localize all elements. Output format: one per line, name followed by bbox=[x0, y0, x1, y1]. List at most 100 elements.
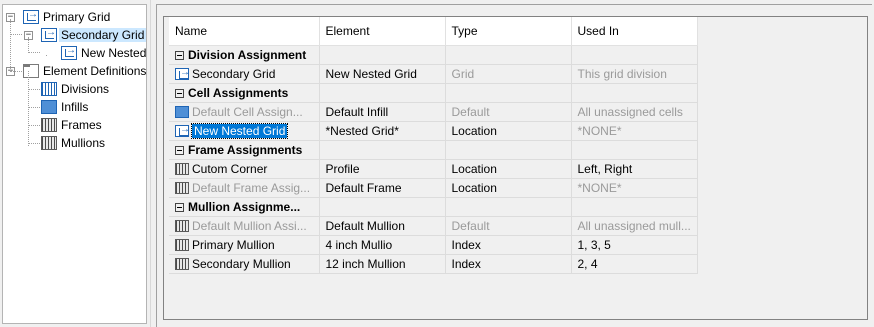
cell-element[interactable]: Default Infill bbox=[319, 102, 446, 122]
cell-element[interactable]: Profile bbox=[319, 159, 446, 179]
tree-item-label: Infills bbox=[61, 100, 89, 114]
cell-element[interactable]: *Nested Grid* bbox=[319, 121, 446, 141]
tree-connector bbox=[10, 19, 11, 71]
cell-type[interactable]: Default bbox=[445, 102, 572, 122]
tree-item-primary-grid[interactable]: Primary Grid bbox=[23, 8, 112, 26]
section-header[interactable]: Division Assignment bbox=[169, 45, 320, 65]
collapse-toggle[interactable] bbox=[175, 203, 184, 212]
table-row[interactable]: Cutom Corner Profile Location Left, Right bbox=[169, 159, 698, 179]
cell-used-in[interactable]: Left, Right bbox=[571, 159, 698, 179]
cell-used-in[interactable]: All unassigned mull... bbox=[571, 216, 698, 236]
assignment-table: Name Element Type Used In Division Assig… bbox=[163, 16, 868, 320]
table-row[interactable]: Default Mullion Assi... Default Mullion De… bbox=[169, 216, 698, 236]
cell-type[interactable]: Location bbox=[445, 178, 572, 198]
tree-item-new-nested[interactable]: New Nested bbox=[61, 44, 148, 62]
section-label: Mullion Assignme... bbox=[188, 200, 301, 214]
section-header[interactable]: Frame Assignments bbox=[169, 140, 320, 160]
table-row[interactable]: Secondary Mullion 12 inch Mullion Index 2, … bbox=[169, 254, 698, 274]
cell-used-in[interactable]: This grid division bbox=[571, 64, 698, 84]
cell-type[interactable]: Location bbox=[445, 121, 572, 141]
tree-item-divisions[interactable]: Divisions bbox=[41, 80, 111, 98]
cell-name[interactable]: Cutom Corner bbox=[169, 159, 320, 179]
section-row[interactable]: Mullion Assignme... bbox=[169, 197, 698, 217]
section-row[interactable]: Cell Assignments bbox=[169, 83, 698, 103]
cell-type[interactable]: Location bbox=[445, 159, 572, 179]
cell-element[interactable]: 12 inch Mullion bbox=[319, 254, 446, 274]
cell-name[interactable]: Default Cell Assign... bbox=[169, 102, 320, 122]
tree-item-secondary-grid[interactable]: Secondary Grid bbox=[41, 26, 147, 44]
infill-icon bbox=[41, 100, 57, 114]
empty-cell bbox=[445, 45, 572, 65]
collapse-toggle[interactable] bbox=[175, 146, 184, 155]
cell-type[interactable]: Index bbox=[445, 254, 572, 274]
cell-name[interactable]: Default Mullion Assi... bbox=[169, 216, 320, 236]
cell-element[interactable]: 4 inch Mullio bbox=[319, 235, 446, 255]
cell-text: *Nested Grid* bbox=[325, 124, 399, 138]
column-header-element[interactable]: Element bbox=[319, 17, 446, 46]
table-row[interactable]: Secondary Grid New Nested Grid Grid This gr… bbox=[169, 64, 698, 84]
divisions-icon bbox=[41, 82, 57, 96]
cell-used-in[interactable]: 1, 3, 5 bbox=[571, 235, 698, 255]
cell-type[interactable]: Index bbox=[445, 235, 572, 255]
cell-type[interactable]: Grid bbox=[445, 64, 572, 84]
cell-name[interactable]: Default Frame Assig... bbox=[169, 178, 320, 198]
cell-text: Index bbox=[451, 238, 481, 252]
tree-connector bbox=[28, 89, 40, 90]
section-header[interactable]: Cell Assignments bbox=[169, 83, 320, 103]
tree-item-infills[interactable]: Infills bbox=[41, 98, 90, 116]
cell-text: 12 inch Mullion bbox=[325, 257, 406, 271]
cell-text: Default Frame Assig... bbox=[192, 181, 311, 195]
cell-used-in[interactable]: *NONE* bbox=[571, 178, 698, 198]
empty-cell bbox=[571, 197, 698, 217]
grid-icon bbox=[175, 124, 190, 137]
table-row[interactable]: Default Cell Assign... Default Infill Defa… bbox=[169, 102, 698, 122]
cell-type[interactable]: Default bbox=[445, 216, 572, 236]
cell-element[interactable]: Default Mullion bbox=[319, 216, 446, 236]
empty-cell bbox=[445, 140, 572, 160]
cell-text: Location bbox=[451, 124, 497, 138]
tree-item-element-definitions[interactable]: Element Definitions bbox=[23, 62, 148, 80]
table-row[interactable]: Default Frame Assig... Default Frame Locat… bbox=[169, 178, 698, 198]
frame-icon bbox=[41, 118, 57, 132]
tree-view[interactable]: Primary Grid−Secondary Grid−New NestedEl… bbox=[2, 4, 147, 324]
section-row[interactable]: Frame Assignments bbox=[169, 140, 698, 160]
tree-item-frames[interactable]: Frames bbox=[41, 116, 104, 134]
tree-item-mullions[interactable]: Mullions bbox=[41, 134, 107, 152]
collapse-toggle[interactable] bbox=[175, 89, 184, 98]
cell-text: Default bbox=[451, 219, 490, 233]
cell-text: Default Infill bbox=[325, 105, 389, 119]
tree-item-label: Secondary Grid bbox=[59, 28, 147, 42]
tree-item-label: Frames bbox=[61, 118, 102, 132]
cell-used-in[interactable]: 2, 4 bbox=[571, 254, 698, 274]
cell-text: All unassigned cells bbox=[577, 105, 683, 119]
column-header-name[interactable]: Name bbox=[169, 17, 320, 46]
collapse-toggle[interactable] bbox=[175, 51, 184, 60]
column-header-used-in[interactable]: Used In bbox=[571, 17, 698, 46]
section-label: Cell Assignments bbox=[188, 86, 289, 100]
cell-element[interactable]: Default Frame bbox=[319, 178, 446, 198]
cell-name[interactable]: Primary Mullion bbox=[169, 235, 320, 255]
tree-connector bbox=[10, 34, 22, 35]
cell-element[interactable]: New Nested Grid bbox=[319, 64, 446, 84]
cell-text: 2, 4 bbox=[577, 257, 598, 271]
section-row[interactable]: Division Assignment bbox=[169, 45, 698, 65]
table-row[interactable]: New Nested Grid *Nested Grid* Location *NON… bbox=[169, 121, 698, 141]
cell-used-in[interactable]: *NONE* bbox=[571, 121, 698, 141]
cell-text: *NONE* bbox=[577, 181, 622, 195]
mullion-icon bbox=[175, 258, 189, 270]
grid-icon bbox=[61, 45, 77, 60]
tree-item-label: Divisions bbox=[61, 82, 110, 96]
cell-name[interactable]: Secondary Mullion bbox=[169, 254, 320, 274]
cell-used-in[interactable]: All unassigned cells bbox=[571, 102, 698, 122]
cell-name[interactable]: New Nested Grid bbox=[169, 121, 320, 141]
cell-text: Primary Mullion bbox=[192, 238, 275, 252]
section-header[interactable]: Mullion Assignme... bbox=[169, 197, 320, 217]
table-row[interactable]: Primary Mullion 4 inch Mullio Index 1, 3, 5 bbox=[169, 235, 698, 255]
tree-connector bbox=[28, 71, 29, 146]
empty-cell bbox=[319, 45, 446, 65]
cell-name[interactable]: Secondary Grid bbox=[169, 64, 320, 84]
column-header-type[interactable]: Type bbox=[445, 17, 572, 46]
pane-splitter[interactable] bbox=[150, 0, 151, 327]
cell-text: Secondary Mullion bbox=[192, 257, 291, 271]
cell-text: 1, 3, 5 bbox=[577, 238, 611, 252]
